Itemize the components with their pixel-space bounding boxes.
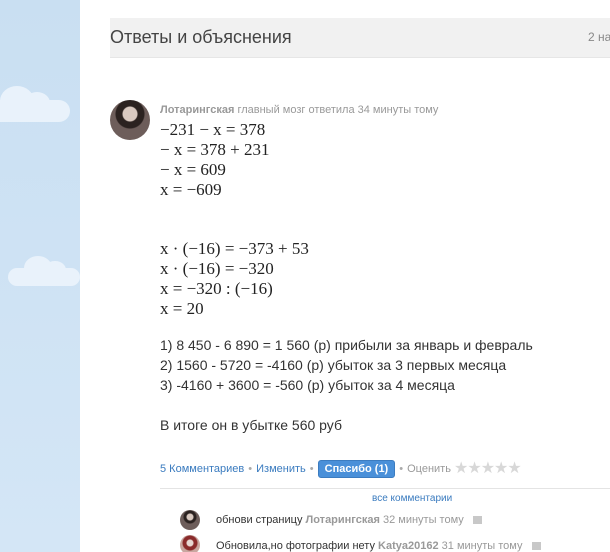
comment-text: Обновила,но фотографии нету (216, 540, 375, 552)
math-line: x = −320 : (−16) (160, 279, 273, 298)
math-line: − x = 609 (160, 160, 226, 179)
background-sky (0, 0, 80, 552)
answers-header: Ответы и объяснения 2 на (110, 18, 610, 58)
cloud-decoration (0, 86, 70, 122)
math-line: x = −609 (160, 180, 222, 199)
math-line: x · (−16) = −373 + 53 (160, 239, 309, 258)
answer-author-avatar[interactable] (110, 100, 150, 140)
math-line: −231 − x = 378 (160, 120, 266, 139)
edit-link[interactable]: Изменить (256, 463, 306, 475)
comment-time: 32 минуты тому (382, 514, 464, 526)
answer-author-rank: главный мозг (237, 104, 306, 116)
answer-text-line: 3) -4160 + 3600 = -560 (р) убыток за 4 м… (160, 377, 455, 393)
answer-actions: 5 Комментариев • Изменить • Спасибо (1) • Оцен… (160, 459, 522, 479)
comment-author[interactable]: Katya20162 (378, 540, 439, 552)
flag-icon[interactable] (531, 542, 541, 551)
comment-time: 31 минуты тому (441, 540, 523, 552)
thanks-button[interactable]: Спасибо (1) (317, 460, 396, 479)
answers-panel: Ответы и объяснения 2 на Лотарингская гл… (80, 0, 610, 552)
comment-item: обнови страницу Лотарингская 32 минуты т… (216, 514, 482, 526)
answer-text-line: 1) 8 450 - 6 890 = 1 560 (р) прибыли за … (160, 337, 533, 353)
comment-avatar[interactable] (180, 510, 200, 530)
comment-avatar[interactable] (180, 535, 200, 552)
math-line: x = 20 (160, 299, 204, 318)
separator-dot: • (248, 463, 253, 475)
rating-stars[interactable]: ★★★★★ (454, 459, 522, 479)
comment-author[interactable]: Лотарингская (306, 514, 380, 526)
answer-time: ответила 34 минуты тому (308, 104, 439, 116)
rate-label: Оценить (407, 463, 451, 475)
comments-link[interactable]: 5 Комментариев (160, 463, 244, 475)
all-comments-link[interactable]: все комментарии (372, 493, 452, 504)
answer-author-name[interactable]: Лотарингская (160, 104, 234, 116)
answers-count: 2 на (588, 30, 610, 44)
answers-title: Ответы и объяснения (110, 27, 292, 47)
answer-conclusion: В итоге он в убытке 560 руб (160, 417, 342, 433)
answer-meta: Лотарингская главный мозг ответила 34 ми… (160, 104, 438, 116)
math-line: − x = 378 + 231 (160, 140, 270, 159)
answer-text-line: 2) 1560 - 5720 = -4160 (р) убыток за 3 п… (160, 357, 507, 373)
math-line: x · (−16) = −320 (160, 259, 274, 278)
cloud-decoration (8, 256, 80, 286)
comment-text: обнови страницу (216, 514, 303, 526)
separator-dot: • (309, 463, 314, 475)
comment-item: Обновила,но фотографии нету Katya20162 3… (216, 540, 541, 552)
separator-dot: • (399, 463, 404, 475)
comments-section: все комментарии обнови страницу Лотаринг… (160, 488, 610, 552)
flag-icon[interactable] (472, 516, 482, 525)
